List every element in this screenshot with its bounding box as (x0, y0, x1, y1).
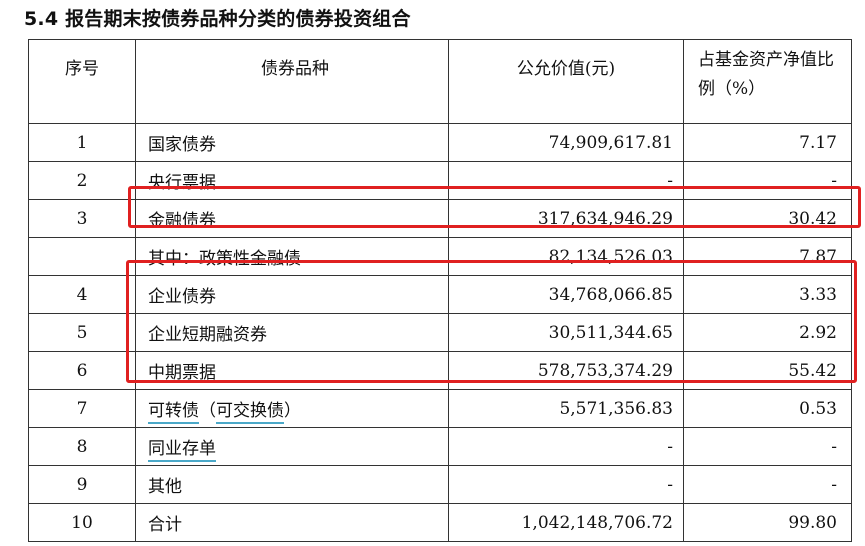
row-bond-type: 金融债券 (135, 199, 449, 238)
row-nav-ratio: 7.17 (683, 123, 852, 162)
paren-close: ） (284, 401, 301, 421)
row-nav-ratio: 0.53 (683, 389, 852, 428)
row-nav-ratio: 99.80 (683, 503, 852, 542)
table-row: 2 央行票据 - - (28, 161, 852, 200)
table-row: 8 同业存单 - - (28, 427, 852, 466)
row-seq: 10 (28, 503, 136, 542)
table-row: 6 中期票据 578,753,374.29 55.42 (28, 351, 852, 390)
row-bond-type: 其他 (135, 465, 449, 504)
row-bond-type: 同业存单 (135, 427, 449, 466)
row-seq: 4 (28, 275, 136, 314)
row-seq: 6 (28, 351, 136, 390)
row-fair-value: 317,634,946.29 (448, 199, 684, 238)
section-title: 5.4 报告期末按债券品种分类的债券投资组合 (24, 8, 411, 30)
row-nav-ratio: 55.42 (683, 351, 852, 390)
row-bond-type: 合计 (135, 503, 449, 542)
table-row: 3 金融债券 317,634,946.29 30.42 (28, 199, 852, 238)
row-nav-ratio: 7.87 (683, 237, 852, 276)
row-seq: 7 (28, 389, 136, 428)
paren-open: （ (199, 401, 216, 421)
row-seq: 5 (28, 313, 136, 352)
row-bond-type: 央行票据 (135, 161, 449, 200)
table-header-row: 序号 债券品种 公允价值(元) 占基金资产净值比例（%） (28, 39, 852, 124)
row-nav-ratio: 3.33 (683, 275, 852, 314)
row-fair-value: 82,134,526.03 (448, 237, 684, 276)
row-seq: 2 (28, 161, 136, 200)
row-nav-ratio: 2.92 (683, 313, 852, 352)
row-fair-value: 34,768,066.85 (448, 275, 684, 314)
row-bond-type: 其中：政策性金融债 (135, 237, 449, 276)
row-seq: 3 (28, 199, 136, 238)
row-nav-ratio: 30.42 (683, 199, 852, 238)
row-fair-value: 1,042,148,706.72 (448, 503, 684, 542)
row-bond-type: 中期票据 (135, 351, 449, 390)
row-nav-ratio: - (683, 465, 852, 504)
table-row: 1 国家债券 74,909,617.81 7.17 (28, 123, 852, 162)
table-total-row: 10 合计 1,042,148,706.72 99.80 (28, 503, 852, 542)
table-row: 7 可转债（可交换债） 5,571,356.83 0.53 (28, 389, 852, 428)
header-fair-value: 公允价值(元) (448, 39, 684, 124)
row-fair-value: - (448, 427, 684, 466)
header-nav-ratio: 占基金资产净值比例（%） (683, 39, 852, 124)
convertible-bond-link[interactable]: 可转债 (148, 401, 199, 424)
table-row: 其中：政策性金融债 82,134,526.03 7.87 (28, 237, 852, 276)
row-seq: 1 (28, 123, 136, 162)
row-seq: 9 (28, 465, 136, 504)
row-nav-ratio: - (683, 161, 852, 200)
row-fair-value: - (448, 465, 684, 504)
table-row: 9 其他 - - (28, 465, 852, 504)
row-bond-type: 企业债券 (135, 275, 449, 314)
row-nav-ratio: - (683, 427, 852, 466)
row-bond-type: 可转债（可交换债） (135, 389, 449, 428)
row-fair-value: 578,753,374.29 (448, 351, 684, 390)
row-fair-value: 5,571,356.83 (448, 389, 684, 428)
row-bond-type: 企业短期融资券 (135, 313, 449, 352)
header-seq: 序号 (28, 39, 136, 124)
row-seq (28, 237, 136, 276)
bond-portfolio-table: 序号 债券品种 公允价值(元) 占基金资产净值比例（%） 1 国家债券 74,9… (28, 39, 852, 542)
table-row: 5 企业短期融资券 30,511,344.65 2.92 (28, 313, 852, 352)
row-seq: 8 (28, 427, 136, 466)
exchangeable-bond-link[interactable]: 可交换债 (216, 401, 284, 424)
header-bond-type: 债券品种 (135, 39, 449, 124)
row-fair-value: - (448, 161, 684, 200)
table-row: 4 企业债券 34,768,066.85 3.33 (28, 275, 852, 314)
interbank-cd-link[interactable]: 同业存单 (148, 439, 216, 462)
row-fair-value: 30,511,344.65 (448, 313, 684, 352)
row-bond-type: 国家债券 (135, 123, 449, 162)
row-fair-value: 74,909,617.81 (448, 123, 684, 162)
